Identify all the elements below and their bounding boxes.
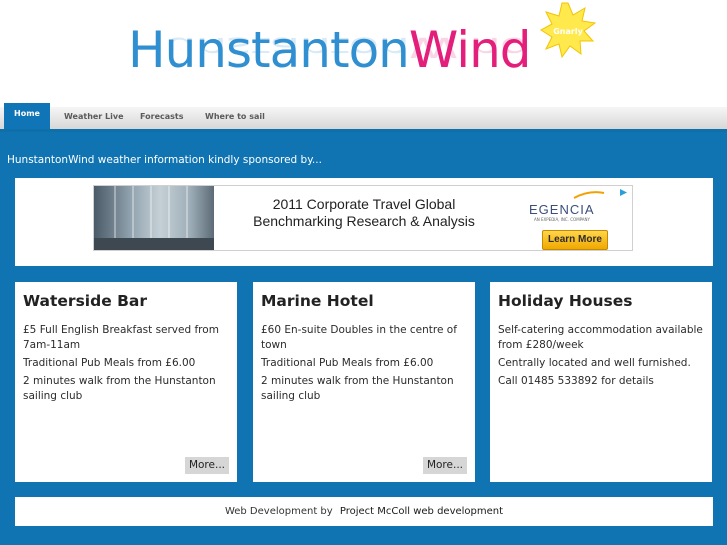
more-button[interactable]: More... xyxy=(422,457,467,474)
card-waterside-bar: Waterside Bar £5 Full English Breakfast … xyxy=(15,282,237,482)
card-line: £5 Full English Breakfast served from 7a… xyxy=(23,324,219,351)
nav-tab-where-to-sail[interactable]: Where to sail xyxy=(205,107,265,129)
ad-headline-line2: Benchmarking Research & Analysis xyxy=(253,213,475,229)
more-button[interactable]: More... xyxy=(184,457,229,474)
card-title: Waterside Bar xyxy=(23,292,148,310)
gnarly-badge-text: Gnarly xyxy=(553,27,583,36)
card-marine-hotel: Marine Hotel £60 En-suite Doubles in the… xyxy=(253,282,475,482)
logo-text-hunstanton: Hunstanton xyxy=(128,21,410,79)
ad-brand-sub: AN EXPEDIA, INC. COMPANY xyxy=(534,217,590,222)
card-line: Centrally located and well furnished. xyxy=(498,357,691,369)
ad-learn-more-button[interactable]: Learn More xyxy=(542,230,608,250)
gnarly-badge-icon: Gnarly xyxy=(540,2,596,58)
card-title: Marine Hotel xyxy=(261,292,374,310)
nav-tab-weather-live[interactable]: Weather Live xyxy=(64,107,124,129)
egencia-swoosh-icon xyxy=(573,191,605,199)
nav-tab-forecasts[interactable]: Forecasts xyxy=(140,107,184,129)
card-line: Traditional Pub Meals from £6.00 xyxy=(261,357,434,369)
card-title: Holiday Houses xyxy=(498,292,633,310)
footer-dev-link[interactable]: Project McColl web development xyxy=(340,506,503,517)
ad-choices-icon[interactable] xyxy=(619,188,628,197)
ad-headline-line1: 2011 Corporate Travel Global xyxy=(272,196,456,212)
nav-tab-home[interactable]: Home xyxy=(4,103,50,129)
footer: Web Development by Project McColl web de… xyxy=(15,497,713,526)
site-header: HunstantonWind HunstantonWind Gnarly xyxy=(0,0,727,103)
card-line: Call 01485 533892 for details xyxy=(498,375,654,387)
card-line: 2 minutes walk from the Hunstanton saili… xyxy=(23,375,216,402)
main-content: HunstantonWind weather information kindl… xyxy=(0,132,727,545)
sponsor-note: HunstantonWind weather information kindl… xyxy=(7,154,322,166)
card-line: 2 minutes walk from the Hunstanton saili… xyxy=(261,375,454,402)
ad-photo xyxy=(94,186,214,250)
card-line: Traditional Pub Meals from £6.00 xyxy=(23,357,196,369)
ad-panel: 2011 Corporate Travel Global Benchmarkin… xyxy=(15,178,713,266)
sponsor-banner-ad[interactable]: 2011 Corporate Travel Global Benchmarkin… xyxy=(93,185,633,251)
card-holiday-houses: Holiday Houses Self-catering accommodati… xyxy=(490,282,712,482)
ad-brand: EGENCIA xyxy=(529,202,595,217)
card-line: Self-catering accommodation available fr… xyxy=(498,324,703,351)
site-logo[interactable]: HunstantonWind HunstantonWind xyxy=(128,20,532,80)
card-line: £60 En-suite Doubles in the centre of to… xyxy=(261,324,457,351)
ad-headline: 2011 Corporate Travel Global Benchmarkin… xyxy=(224,196,504,230)
main-nav: Home Weather Live Forecasts Where to sai… xyxy=(0,103,727,132)
logo-text-wind: Wind xyxy=(408,21,532,79)
footer-prefix: Web Development by xyxy=(224,506,333,517)
